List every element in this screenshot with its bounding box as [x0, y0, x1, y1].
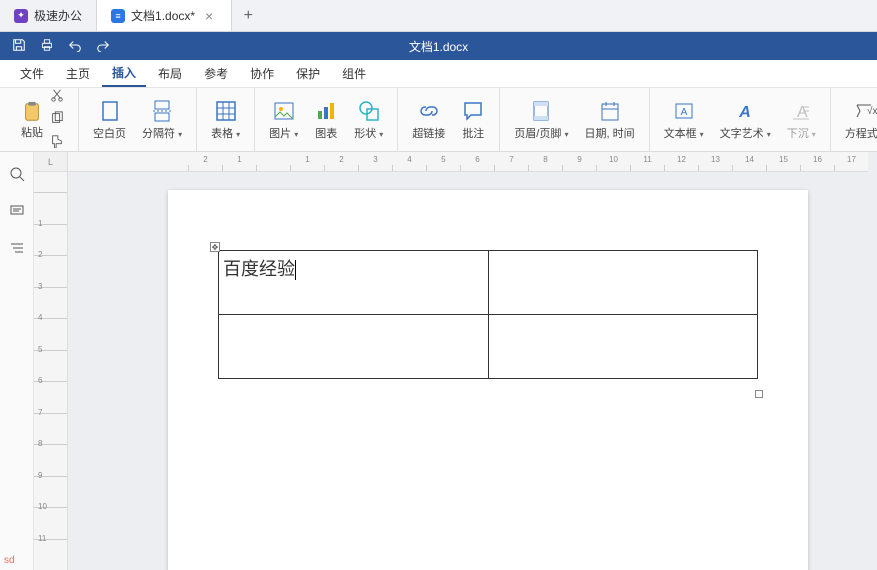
- dropcap-icon: A: [789, 99, 813, 123]
- menu-components[interactable]: 组件: [332, 61, 376, 86]
- header-footer-icon: [529, 99, 553, 123]
- copy-icon[interactable]: [50, 111, 64, 128]
- search-icon[interactable]: [9, 166, 25, 185]
- page-break-button[interactable]: 分隔符 ▾: [136, 95, 188, 145]
- undo-button[interactable]: [68, 38, 82, 55]
- chart-button[interactable]: 图表: [308, 95, 344, 145]
- watermark-text: sd: [4, 555, 15, 566]
- hyperlink-button[interactable]: 超链接: [406, 95, 451, 145]
- chart-icon: [314, 99, 338, 123]
- menu-layout[interactable]: 布局: [148, 61, 192, 86]
- redo-button[interactable]: [96, 38, 110, 55]
- horizontal-ruler[interactable]: 211234567891011121314151617: [68, 152, 868, 172]
- textbox-button[interactable]: A 文本框 ▾: [658, 95, 710, 145]
- wordart-button[interactable]: A 文字艺术 ▾: [714, 95, 777, 145]
- comment-button[interactable]: 批注: [455, 95, 491, 145]
- menu-bar: 文件 主页 插入 布局 参考 协作 保护 组件: [0, 60, 877, 88]
- blank-page-button[interactable]: 空白页: [87, 95, 132, 145]
- ribbon-insert: 粘贴 空白页 分隔符 ▾ 表格 ▾ 图片 ▾: [0, 88, 877, 152]
- blank-page-icon: [98, 99, 122, 123]
- add-tab-button[interactable]: +: [232, 0, 264, 31]
- menu-home[interactable]: 主页: [56, 61, 100, 86]
- table-row: [219, 315, 758, 379]
- cut-icon[interactable]: [50, 88, 64, 105]
- menu-file[interactable]: 文件: [10, 61, 54, 86]
- table-cell[interactable]: 百度经验: [219, 251, 489, 315]
- left-sidebar: [0, 152, 34, 570]
- svg-text:A: A: [680, 107, 687, 118]
- textbox-icon: A: [672, 99, 696, 123]
- document-table[interactable]: 百度经验: [218, 250, 758, 379]
- picture-button[interactable]: 图片 ▾: [263, 95, 304, 145]
- app-tab-label: 极速办公: [34, 7, 82, 24]
- table-resize-handle[interactable]: [755, 390, 763, 398]
- table-icon: [214, 99, 238, 123]
- document-title: 文档1.docx: [409, 38, 468, 55]
- table-move-handle[interactable]: ✥: [210, 242, 220, 252]
- menu-collaborate[interactable]: 协作: [240, 61, 284, 86]
- table-button[interactable]: 表格 ▾: [205, 95, 246, 145]
- quick-access-toolbar: [0, 38, 122, 55]
- hyperlink-icon: [417, 99, 441, 123]
- ruler-corner[interactable]: L: [34, 152, 68, 172]
- table-row: 百度经验: [219, 251, 758, 315]
- app-logo-icon: ✦: [14, 9, 28, 23]
- comment-icon: [461, 99, 485, 123]
- equation-button[interactable]: √x 方程式 ▾: [839, 95, 877, 145]
- window-tabbar: ✦ 极速办公 ≡ 文档1.docx* × +: [0, 0, 877, 32]
- paste-button[interactable]: 粘贴: [14, 84, 70, 155]
- equation-icon: √x: [853, 99, 877, 123]
- table-cell[interactable]: [488, 315, 758, 379]
- table-cell[interactable]: [488, 251, 758, 315]
- work-area: L 211234567891011121314151617 1234567891…: [0, 152, 877, 570]
- title-bar: 文档1.docx: [0, 32, 877, 60]
- wordart-icon: A: [733, 99, 757, 123]
- comments-panel-icon[interactable]: [9, 203, 25, 222]
- svg-text:√x: √x: [867, 105, 877, 117]
- document-tab[interactable]: ≡ 文档1.docx* ×: [97, 0, 232, 31]
- menu-references[interactable]: 参考: [194, 61, 238, 86]
- table-cell[interactable]: [219, 315, 489, 379]
- close-tab-button[interactable]: ×: [201, 8, 217, 24]
- outline-icon[interactable]: [9, 240, 25, 259]
- doc-icon: ≡: [111, 9, 125, 23]
- dropcap-button[interactable]: A 下沉 ▾: [781, 95, 822, 145]
- document-tab-label: 文档1.docx*: [131, 7, 195, 24]
- header-footer-button[interactable]: 页眉/页脚 ▾: [508, 95, 574, 145]
- svg-text:A: A: [738, 104, 751, 121]
- format-painter-icon[interactable]: [50, 134, 64, 151]
- shapes-icon: [357, 99, 381, 123]
- clipboard-icon: [20, 100, 44, 124]
- page-scroll-area[interactable]: ✥ 百度经验: [68, 172, 877, 570]
- date-time-button[interactable]: 日期, 时间: [578, 95, 640, 145]
- calendar-icon: [598, 99, 622, 123]
- page-break-icon: [150, 99, 174, 123]
- menu-insert[interactable]: 插入: [102, 60, 146, 87]
- app-tab-home[interactable]: ✦ 极速办公: [0, 0, 97, 31]
- document-page[interactable]: ✥ 百度经验: [168, 190, 808, 570]
- save-button[interactable]: [12, 38, 26, 55]
- picture-icon: [272, 99, 296, 123]
- vertical-ruler[interactable]: 1234567891011: [34, 172, 68, 570]
- print-button[interactable]: [40, 38, 54, 55]
- menu-protect[interactable]: 保护: [286, 61, 330, 86]
- shapes-button[interactable]: 形状 ▾: [348, 95, 389, 145]
